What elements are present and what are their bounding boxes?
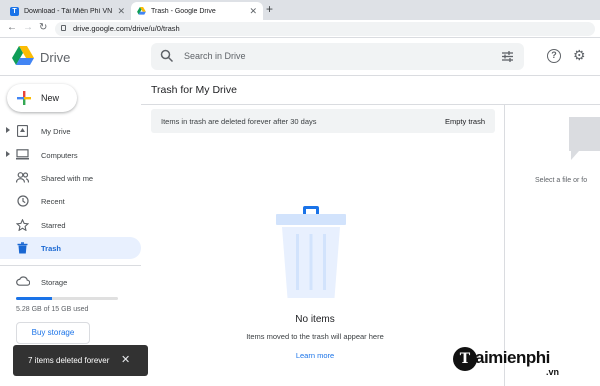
search-placeholder: Search in Drive <box>184 51 246 61</box>
buy-storage-button[interactable]: Buy storage <box>16 322 90 344</box>
new-tab-icon[interactable]: + <box>266 2 273 16</box>
forward-arrow-icon[interactable]: → <box>23 22 33 33</box>
plus-icon <box>17 91 31 105</box>
expand-arrow-icon[interactable] <box>6 127 10 133</box>
url-field[interactable]: drive.google.com/drive/u/0/trash <box>55 22 595 36</box>
expand-arrow-icon[interactable] <box>6 151 10 157</box>
empty-trash-button[interactable]: Empty trash <box>445 117 485 126</box>
sidebar-item-label: Computers <box>41 151 78 160</box>
sidebar-item-starred[interactable]: Starred <box>0 214 141 236</box>
empty-state-message: Items moved to the trash will appear her… <box>246 332 384 341</box>
storage-progress-bar <box>16 297 118 300</box>
close-tab-icon[interactable]: ✕ <box>249 6 257 17</box>
computers-icon <box>16 148 29 161</box>
clock-icon <box>16 194 29 207</box>
browser-tab-download[interactable]: T Download - Tải Miễn Phí VN - Ph ✕ <box>4 2 131 20</box>
shared-icon <box>16 171 29 184</box>
page-title[interactable]: Trash for My Drive <box>151 84 237 96</box>
sidebar-item-label: Shared with me <box>41 174 94 183</box>
my-drive-icon <box>16 124 29 137</box>
drive-favicon <box>137 7 146 16</box>
taimienphi-favicon: T <box>10 6 19 16</box>
trash-info-banner: Items in trash are deleted forever after… <box>151 109 495 133</box>
learn-more-link[interactable]: Learn more <box>200 351 430 360</box>
sidebar-item-label: My Drive <box>41 127 71 136</box>
snackbar-message: 7 items deleted forever <box>28 356 110 365</box>
watermark-text: aimienphi <box>475 348 550 367</box>
drive-header: Drive Search in Drive ? ⚙ <box>0 38 600 76</box>
sidebar-item-label: Starred <box>41 221 66 230</box>
details-panel-divider <box>504 104 505 386</box>
browser-tab-trash[interactable]: Trash - Google Drive ✕ <box>131 2 263 20</box>
help-icon[interactable]: ? <box>547 49 561 63</box>
search-options-icon[interactable] <box>501 50 514 63</box>
close-tab-icon[interactable]: ✕ <box>117 6 125 17</box>
sidebar-item-trash[interactable]: Trash <box>0 237 141 259</box>
snackbar: 7 items deleted forever ✕ <box>13 345 148 376</box>
trash-icon <box>16 241 29 254</box>
details-hint-text: Select a file or fo <box>535 177 588 184</box>
sidebar-item-recent[interactable]: Recent <box>0 190 141 212</box>
drive-logo-icon[interactable] <box>12 46 34 66</box>
browser-tab-strip: T Download - Tải Miễn Phí VN - Ph ✕ Tras… <box>0 0 600 20</box>
watermark-logo: T aimienphi .vn <box>453 345 593 381</box>
search-icon[interactable] <box>160 49 174 63</box>
search-input[interactable]: Search in Drive <box>151 43 524 70</box>
sidebar-item-label: Recent <box>41 197 65 206</box>
details-file-icon <box>569 117 600 160</box>
sidebar-item-shared-with-me[interactable]: Shared with me <box>0 167 141 189</box>
gear-icon[interactable]: ⚙ <box>573 47 586 64</box>
empty-state-title: No items <box>295 314 335 325</box>
storage-usage-text: 5.28 GB of 15 GB used <box>16 306 89 313</box>
banner-message: Items in trash are deleted forever after… <box>161 117 317 126</box>
new-button[interactable]: New <box>7 84 77 112</box>
back-arrow-icon[interactable]: ← <box>7 22 17 33</box>
cloud-icon <box>16 276 30 286</box>
watermark-suffix: .vn <box>546 367 560 377</box>
storage-progress-fill <box>16 297 52 300</box>
star-icon <box>16 218 29 231</box>
close-icon[interactable]: ✕ <box>121 353 130 366</box>
storage-label[interactable]: Storage <box>41 278 67 287</box>
sidebar-item-my-drive[interactable]: My Drive <box>0 120 141 142</box>
new-button-label: New <box>41 93 60 103</box>
url-text: drive.google.com/drive/u/0/trash <box>73 24 180 33</box>
lock-icon <box>61 25 66 31</box>
sidebar-divider <box>0 265 141 266</box>
reload-icon[interactable]: ↻ <box>39 22 47 33</box>
drive-brand[interactable]: Drive <box>40 50 70 65</box>
watermark-letter: T <box>453 347 477 371</box>
sidebar-item-computers[interactable]: Computers <box>0 144 141 166</box>
main-divider <box>141 104 600 105</box>
sidebar-item-label: Trash <box>41 244 62 253</box>
tab-title: Trash - Google Drive <box>151 7 216 15</box>
empty-trash-illustration-icon <box>276 206 346 298</box>
tab-title: Download - Tải Miễn Phí VN - Ph <box>24 7 113 15</box>
address-bar: ← → ↻ drive.google.com/drive/u/0/trash <box>0 20 600 38</box>
